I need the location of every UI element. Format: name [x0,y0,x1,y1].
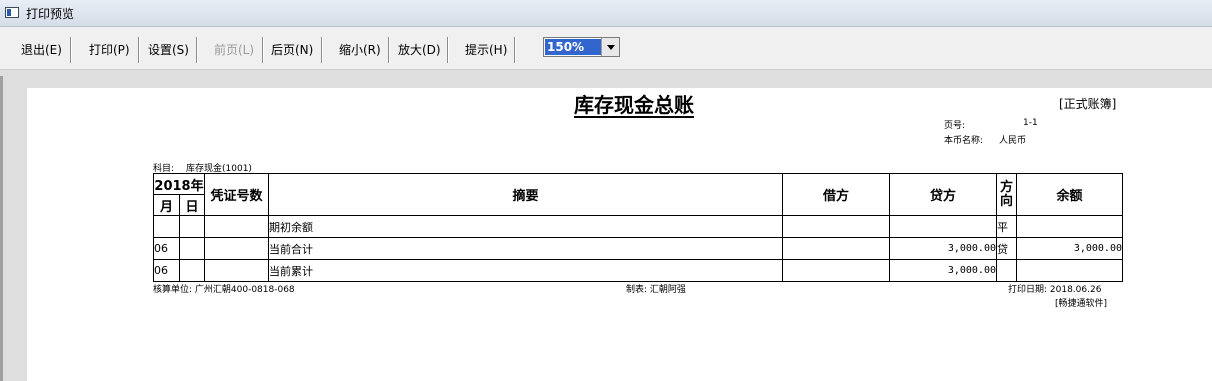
voucher-header: 凭证号数 [204,173,269,216]
table-row: 06 当前累计 3,000.00 [153,259,1123,282]
print-button[interactable]: 打印(P) [89,40,130,60]
direction-cell [996,259,1017,282]
toolbar-separator [138,37,140,63]
official-ledger-badge: [正式账簿] [1059,97,1117,111]
exit-button[interactable]: 退出(E) [21,40,62,60]
day-cell [179,259,205,282]
zoom-out-button[interactable]: 缩小(R) [339,40,381,60]
debit-header: 借方 [782,173,890,216]
month-cell [153,215,180,238]
zoom-value: 150% [545,39,601,55]
window-titlebar: 打印预览 [0,0,1212,27]
credit-cell [889,215,997,238]
hint-button[interactable]: 提示(H) [465,40,507,60]
summary-cell: 当前合计 [268,237,783,260]
table-row: 期初余额 平 [153,215,1123,238]
credit-cell: 3,000.00 [889,237,997,260]
zoom-in-button[interactable]: 放大(D) [398,40,441,60]
credit-header: 贷方 [889,173,997,216]
previous-page-button[interactable]: 前页(L) [214,40,254,60]
credit-cell: 3,000.00 [889,259,997,282]
balance-cell: 3,000.00 [1016,237,1123,260]
debit-cell [782,259,890,282]
debit-cell [782,237,890,260]
ledger-table: 2018年 凭证号数 摘要 借方 贷方 方向 余额 月 日 期初余额 平 06 … [153,173,1123,282]
month-cell: 06 [153,259,180,282]
report-maker: 制表: 汇朝阿强 [626,285,686,295]
voucher-cell [204,237,269,260]
summary-cell: 当前累计 [268,259,783,282]
window-title: 打印预览 [26,7,75,21]
year-header: 2018年 [153,173,205,195]
page-number-label: 页号: [944,121,966,131]
report-title: 库存现金总账 [574,93,694,118]
toolbar-separator [70,37,72,63]
day-cell [179,237,205,260]
toolbar-separator [447,37,449,63]
table-header-row: 2018年 凭证号数 摘要 借方 贷方 方向 余额 [153,173,1123,216]
settings-button[interactable]: 设置(S) [148,40,189,60]
software-name: [畅捷通软件] [1055,299,1108,309]
balance-cell [1016,215,1123,238]
print-preview-app-icon [5,7,19,18]
balance-header: 余额 [1016,173,1123,216]
direction-cell: 平 [996,215,1017,238]
debit-cell [782,215,890,238]
currency-value: 人民币 [999,136,1027,146]
next-page-button[interactable]: 后页(N) [271,40,313,60]
toolbar-separator [514,37,516,63]
page-number-value: 1-1 [1023,118,1038,128]
toolbar-separator [262,37,264,63]
toolbar-separator [196,37,198,63]
voucher-cell [204,259,269,282]
summary-header: 摘要 [268,173,783,216]
zoom-select[interactable]: 150% [543,37,620,57]
voucher-cell [204,215,269,238]
direction-cell: 贷 [996,237,1017,260]
table-row: 06 当前合计 3,000.00 贷 3,000.00 [153,237,1123,260]
accounting-unit: 核算单位: 广州汇朝400-0818-068 [153,285,295,295]
day-header: 日 [179,194,205,216]
left-scroll-edge [0,76,3,381]
day-cell [179,215,205,238]
currency-label: 本币名称: [944,136,984,146]
print-date: 打印日期: 2018.06.26 [1008,285,1102,295]
balance-cell [1016,259,1123,282]
summary-cell: 期初余额 [268,215,783,238]
toolbar-separator [388,37,390,63]
chevron-down-icon[interactable] [601,38,619,56]
month-header: 月 [153,194,180,216]
month-cell: 06 [153,237,180,260]
direction-header: 方向 [996,173,1017,216]
toolbar-separator [321,37,323,63]
